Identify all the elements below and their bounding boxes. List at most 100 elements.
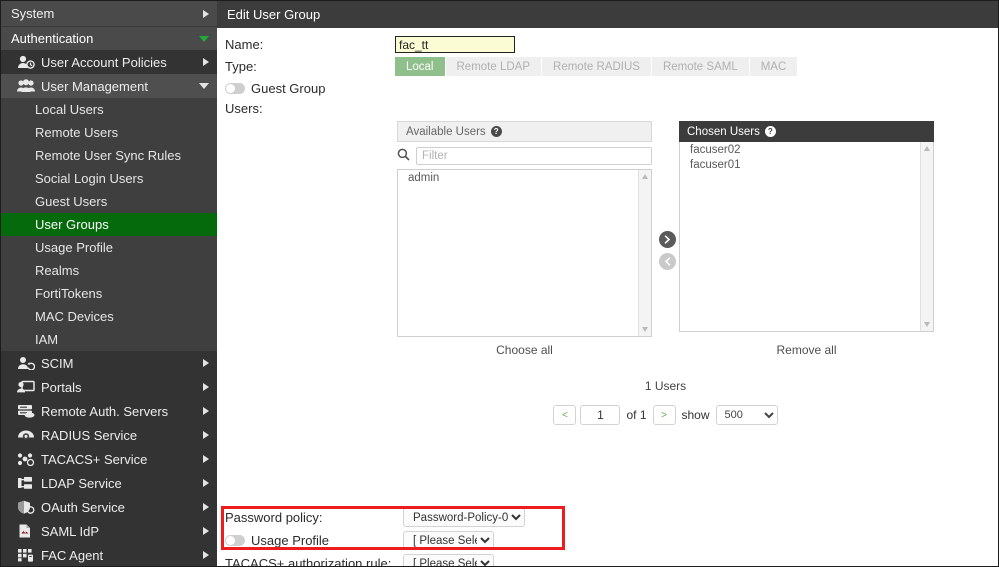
sidebar-subitem-label: MAC Devices [35, 309, 114, 324]
scroll-up-icon[interactable] [642, 174, 648, 179]
sidebar-item-portals[interactable]: Portals [1, 375, 217, 399]
search-icon [397, 148, 410, 164]
sidebar-item-realms[interactable]: Realms [1, 259, 217, 282]
sidebar-item-scim[interactable]: SCIM [1, 351, 217, 375]
usage-profile-label: Usage Profile [251, 533, 330, 548]
guest-group-label: Guest Group [251, 81, 326, 96]
chevron-down-icon [199, 83, 209, 89]
available-users-title: Available Users [406, 125, 486, 138]
sidebar-item-saml-idp-label: SAML IdP [41, 523, 100, 539]
list-item[interactable]: admin [398, 170, 651, 185]
users-label: Users: [225, 100, 263, 116]
sidebar-item-remote-user-sync-rules[interactable]: Remote User Sync Rules [1, 144, 217, 167]
sidebar-item-guest-users[interactable]: Guest Users [1, 190, 217, 213]
password-policy-row: Password policy: Password-Policy-0625 [217, 506, 998, 529]
available-scrollbar[interactable] [638, 170, 651, 336]
password-policy-select[interactable]: Password-Policy-0625 [403, 508, 525, 527]
available-users-listbox[interactable]: admin [397, 169, 652, 337]
pagination: < of 1 > show 500 [397, 405, 934, 425]
dual-list-container: Available Users ? admin [217, 121, 998, 431]
guest-group-toggle-row[interactable]: Guest Group [217, 78, 998, 99]
sidebar-item-ldap-service-label: LDAP Service [41, 475, 122, 491]
sidebar-subitem-label: Local Users [35, 102, 104, 117]
sidebar-subitem-label: Remote User Sync Rules [35, 148, 181, 163]
tab-mac[interactable]: MAC [749, 57, 799, 76]
sidebar-item-oauth-service[interactable]: OAuth Service [1, 495, 217, 519]
radius-icon [17, 427, 39, 443]
sidebar-item-iam[interactable]: IAM [1, 328, 217, 351]
usage-profile-toggle[interactable] [225, 535, 245, 546]
sidebar-item-user-management[interactable]: User Management [1, 74, 217, 98]
sidebar-item-local-users[interactable]: Local Users [1, 98, 217, 121]
available-filter-input[interactable] [416, 146, 652, 165]
sidebar-item-remote-auth-servers[interactable]: Remote Auth. Servers [1, 399, 217, 423]
tab-remote-ldap[interactable]: Remote LDAP [445, 57, 543, 76]
chosen-scrollbar[interactable] [920, 142, 933, 331]
sidebar-subitem-label: IAM [35, 332, 59, 347]
chevron-right-icon [203, 9, 209, 18]
page-size-select[interactable]: 500 [715, 405, 778, 425]
scroll-down-icon[interactable] [924, 322, 930, 327]
sidebar-item-tacacs-service-label: TACACS+ Service [41, 451, 148, 467]
sidebar-item-social-login-users[interactable]: Social Login Users [1, 167, 217, 190]
sidebar-item-fac-agent[interactable]: FAC Agent [1, 543, 217, 566]
chosen-users-header: Chosen Users ? [679, 121, 934, 142]
main-panel: Edit User Group Name: Type: Local Remote… [217, 1, 998, 566]
tacacs-rule-select[interactable]: [ Please Select ] [403, 554, 494, 566]
tab-local[interactable]: Local [395, 57, 446, 76]
usage-profile-toggle-row[interactable]: Usage Profile [225, 533, 403, 548]
arrow-right-circle-icon[interactable] [658, 231, 676, 248]
page-total-label: of 1 [626, 408, 647, 422]
chevron-right-icon [203, 551, 209, 559]
sidebar-subitem-label: FortiTokens [35, 286, 103, 301]
page-number-input[interactable] [580, 405, 621, 425]
chosen-users-listbox[interactable]: facuser02 facuser01 [679, 142, 934, 332]
choose-all-button[interactable]: Choose all [397, 343, 652, 357]
list-item[interactable]: facuser01 [680, 157, 933, 172]
usage-profile-row: Usage Profile [ Please Select ] [217, 529, 998, 552]
edit-user-group-form: Name: Type: Local Remote LDAP Remote RAD… [217, 28, 998, 566]
sidebar-item-mac-devices[interactable]: MAC Devices [1, 305, 217, 328]
chevron-down-icon [199, 35, 209, 42]
usage-profile-select[interactable]: [ Please Select ] [403, 531, 494, 550]
chevron-right-icon [203, 455, 209, 463]
name-input[interactable] [395, 36, 515, 53]
sidebar-item-saml-idp[interactable]: SAML IdP [1, 519, 217, 543]
name-label: Name: [225, 37, 264, 52]
sidebar-item-remote-auth-servers-label: Remote Auth. Servers [41, 403, 169, 419]
help-circle-icon[interactable]: ? [764, 126, 776, 137]
page-title: Edit User Group [217, 1, 998, 28]
remove-all-button[interactable]: Remove all [679, 343, 934, 357]
prev-page-button[interactable]: < [553, 405, 577, 425]
sidebar-item-oauth-service-label: OAuth Service [41, 499, 125, 515]
sidebar-item-usage-profile[interactable]: Usage Profile [1, 236, 217, 259]
chevron-right-icon [203, 383, 209, 391]
sidebar-item-user-groups[interactable]: User Groups [1, 213, 217, 236]
sidebar-subitem-label: Usage Profile [35, 240, 114, 255]
list-item[interactable]: facuser02 [680, 142, 933, 157]
sidebar-item-fortitokens[interactable]: FortiTokens [1, 282, 217, 305]
sidebar-item-authentication[interactable]: Authentication [1, 27, 217, 50]
tacacs-rule-label: TACACS+ authorization rule: [225, 556, 392, 566]
users-row: Users: [217, 99, 998, 117]
show-label: show [681, 408, 710, 422]
available-users-panel: Available Users ? admin [397, 121, 652, 337]
transfer-buttons [657, 231, 677, 270]
user-count-label: 1 Users [644, 379, 687, 393]
sidebar-item-user-account-policies[interactable]: User Account Policies [1, 50, 217, 74]
help-circle-icon[interactable]: ? [490, 126, 502, 137]
next-page-button[interactable]: > [652, 405, 676, 425]
tab-remote-saml[interactable]: Remote SAML [651, 57, 750, 76]
sidebar-item-remote-users[interactable]: Remote Users [1, 121, 217, 144]
chevron-right-icon [203, 527, 209, 535]
sidebar-item-system[interactable]: System [1, 1, 217, 27]
arrow-left-circle-icon[interactable] [658, 253, 676, 270]
sidebar-item-ldap-service[interactable]: LDAP Service [1, 471, 217, 495]
guest-group-toggle[interactable] [225, 83, 245, 94]
sidebar-item-tacacs-service[interactable]: TACACS+ Service [1, 447, 217, 471]
scroll-up-icon[interactable] [924, 146, 930, 151]
sidebar-item-radius-service[interactable]: RADIUS Service [1, 423, 217, 447]
tab-remote-radius[interactable]: Remote RADIUS [542, 57, 652, 76]
scroll-down-icon[interactable] [642, 327, 648, 332]
fac-agent-icon [17, 547, 39, 563]
